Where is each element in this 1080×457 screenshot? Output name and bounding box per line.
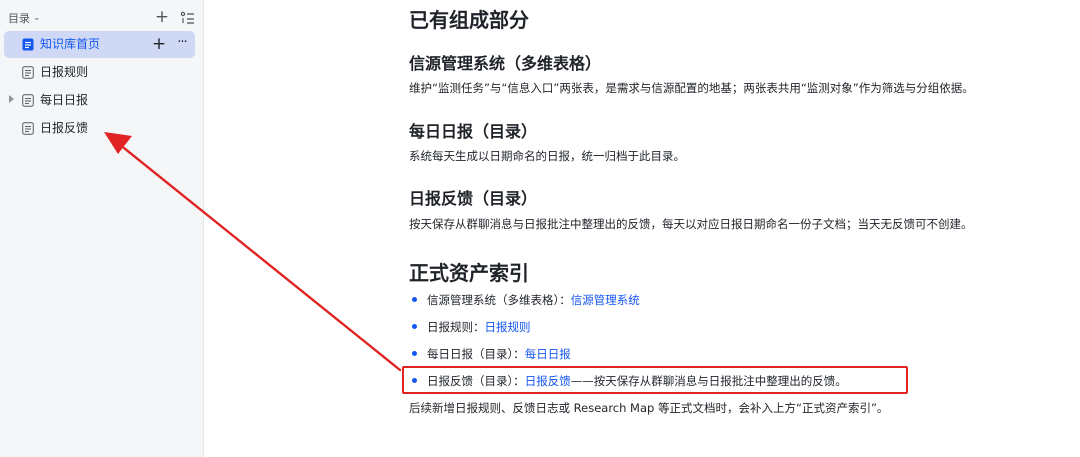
chevron-down-icon[interactable]: ⌄ bbox=[33, 13, 41, 23]
annotation-highlight-box bbox=[402, 366, 908, 394]
sidebar: 目录 ⌄ + 知识库首页 + ··· 日报规则 每日日报 日报反馈 bbox=[0, 0, 204, 457]
expand-arrow-icon[interactable] bbox=[9, 95, 14, 103]
sidebar-item-daily-report[interactable]: 每日日报 bbox=[4, 87, 195, 114]
bullet-dot bbox=[412, 297, 417, 302]
paragraph-daily-feedback: 按天保存从群聊消息与日报批注中整理出的反馈，每天以对应日报日期命名一份子文档；当… bbox=[409, 217, 973, 231]
sidebar-header: 目录 ⌄ + bbox=[8, 7, 196, 29]
paragraph-daily-report: 系统每天生成以日期命名的日报，统一归档于此目录。 bbox=[409, 149, 685, 163]
subheading-daily-feedback: 日报反馈（目录） bbox=[409, 189, 538, 208]
sidebar-item-home[interactable]: 知识库首页 + ··· bbox=[4, 31, 195, 58]
add-child-icon[interactable]: + bbox=[151, 34, 167, 54]
subheading-daily-report: 每日日报（目录） bbox=[409, 122, 538, 141]
section-heading-components: 已有组成部分 bbox=[409, 8, 529, 32]
more-icon[interactable]: ··· bbox=[174, 34, 190, 52]
add-icon[interactable]: + bbox=[153, 8, 171, 26]
doc-icon bbox=[22, 38, 34, 51]
sidebar-item-label: 日报反馈 bbox=[40, 121, 89, 135]
sidebar-item-daily-rules[interactable]: 日报规则 bbox=[4, 59, 195, 86]
sidebar-item-daily-feedback[interactable]: 日报反馈 bbox=[4, 115, 195, 142]
paragraph-footer-note: 后续新增日报规则、反馈日志或 Research Map 等正式文档时，会补入上方… bbox=[409, 401, 889, 415]
index-item-daily-rules: 日报规则：日报规则 bbox=[427, 319, 531, 335]
sidebar-title[interactable]: 目录 bbox=[8, 10, 30, 26]
doc-icon bbox=[22, 66, 34, 79]
paragraph-source-system: 维护“监测任务”与“信息入口”两张表，是需求与信源配置的地基；两张表共用“监测对… bbox=[409, 81, 974, 95]
link-daily-report[interactable]: 每日日报 bbox=[525, 347, 571, 361]
doc-icon bbox=[22, 94, 34, 107]
link-daily-rules[interactable]: 日报规则 bbox=[485, 320, 531, 334]
sidebar-item-label: 知识库首页 bbox=[40, 37, 101, 51]
index-item-prefix: 日报规则： bbox=[427, 320, 485, 334]
bullet-dot bbox=[412, 351, 417, 356]
doc-icon bbox=[22, 122, 34, 135]
sidebar-item-label: 每日日报 bbox=[40, 93, 89, 107]
bullet-dot bbox=[412, 324, 417, 329]
list-icon[interactable] bbox=[180, 10, 196, 26]
index-item-prefix: 信源管理系统（多维表格）： bbox=[427, 293, 571, 307]
index-item-daily-report: 每日日报（目录）：每日日报 bbox=[427, 346, 571, 362]
subheading-source-system: 信源管理系统（多维表格） bbox=[409, 54, 602, 73]
sidebar-item-label: 日报规则 bbox=[40, 65, 89, 79]
link-source-system[interactable]: 信源管理系统 bbox=[571, 293, 640, 307]
section-heading-asset-index: 正式资产索引 bbox=[409, 261, 529, 285]
index-item-prefix: 每日日报（目录）： bbox=[427, 347, 525, 361]
index-item-source-system: 信源管理系统（多维表格）：信源管理系统 bbox=[427, 292, 640, 308]
